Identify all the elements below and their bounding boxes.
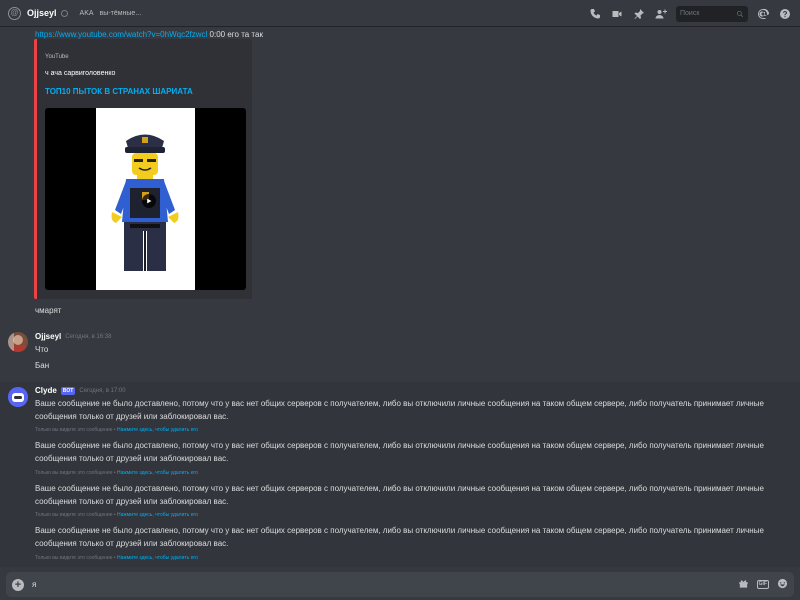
status-offline-icon [60, 9, 68, 17]
embed-author[interactable]: ч ача сарвиголовенко [45, 70, 115, 77]
link-tail-text: 0:00 его та так [209, 30, 263, 39]
ephemeral-note: Только вы видите это сообщение • Нажмите… [35, 427, 198, 433]
composer-buttons: GIF [738, 578, 788, 591]
voice-call-icon[interactable] [588, 7, 602, 21]
search-input[interactable] [680, 10, 734, 17]
ephemeral-note: Только вы видите это сообщение • Нажмите… [35, 512, 198, 518]
message-text: Бан [35, 361, 50, 370]
message-timestamp: Сегодня, в 16:38 [65, 333, 112, 340]
author-name[interactable]: Ojjseyl [35, 332, 61, 341]
embed-video-player[interactable] [45, 108, 246, 290]
message-timestamp: Сегодня, в 17:00 [79, 387, 126, 394]
bot-badge: BOT [60, 386, 76, 395]
header-toolbar [588, 0, 792, 27]
clyde-message-group: Clyde BOT Сегодня, в 17:00 Ваше сообщени… [0, 382, 800, 567]
ephemeral-note-text: Только вы видите это сообщение • [35, 512, 116, 518]
clyde-message-text: Ваше сообщение не было доставлено, потом… [35, 526, 764, 548]
message-text: чмарят [35, 306, 62, 315]
dismiss-message-link[interactable]: Нажмите здесь, чтобы удалить его [117, 555, 198, 561]
message-author-row: Ojjseyl Сегодня, в 16:38 [35, 332, 111, 341]
ephemeral-note-text: Только вы видите это сообщение • [35, 427, 116, 433]
youtube-embed: YouTube ч ача сарвиголовенко ТОП10 ПЫТОК… [34, 39, 252, 299]
emoji-icon[interactable] [777, 578, 788, 591]
ephemeral-note: Только вы видите это сообщение • Нажмите… [35, 470, 198, 476]
search-icon [737, 10, 744, 17]
add-friend-icon[interactable] [654, 7, 668, 21]
channel-header: @ Ojjseyl AKA вы-тёмные... [0, 0, 800, 27]
aka-nickname: вы-тёмные... [99, 9, 142, 17]
avatar[interactable] [8, 332, 28, 352]
ephemeral-note: Только вы видите это сообщение • Нажмите… [35, 555, 198, 561]
message-list[interactable]: https://www.youtube.com/watch?v=0hWqc2fz… [0, 27, 800, 572]
message-input[interactable] [32, 580, 738, 589]
aka-label: AKA [79, 9, 94, 17]
ephemeral-note-text: Только вы видите это сообщение • [35, 555, 116, 561]
message-author-row: Clyde BOT Сегодня, в 17:00 [35, 386, 126, 395]
dismiss-message-link[interactable]: Нажмите здесь, чтобы удалить его [117, 470, 198, 476]
gif-button[interactable]: GIF [756, 580, 769, 589]
author-name[interactable]: Clyde [35, 386, 57, 395]
help-icon[interactable] [778, 7, 792, 21]
mentions-icon[interactable] [756, 7, 770, 21]
clyde-avatar[interactable] [8, 387, 28, 407]
gift-icon[interactable] [738, 578, 749, 591]
play-button[interactable] [142, 194, 156, 208]
search-box [676, 5, 748, 22]
at-icon: @ [8, 6, 21, 20]
upload-plus-icon[interactable]: + [12, 578, 24, 591]
dm-recipient-name[interactable]: Ojjseyl [27, 8, 57, 18]
embed-provider: YouTube [45, 54, 69, 60]
pin-icon[interactable] [632, 7, 646, 21]
message-link-line: https://www.youtube.com/watch?v=0hWqc2fz… [35, 30, 263, 39]
ephemeral-note-text: Только вы видите это сообщение • [35, 470, 116, 476]
dismiss-message-link[interactable]: Нажмите здесь, чтобы удалить его [117, 427, 198, 433]
video-call-icon[interactable] [610, 7, 624, 21]
youtube-link[interactable]: https://www.youtube.com/watch?v=0hWqc2fz… [35, 30, 207, 39]
embed-title[interactable]: ТОП10 ПЫТОК В СТРАНАХ ШАРИАТА [45, 87, 193, 96]
dismiss-message-link[interactable]: Нажмите здесь, чтобы удалить его [117, 512, 198, 518]
clyde-message-text: Ваше сообщение не было доставлено, потом… [35, 441, 764, 463]
message-composer: + GIF [6, 572, 794, 597]
clyde-message-text: Ваше сообщение не было доставлено, потом… [35, 484, 764, 506]
message-text: Что [35, 345, 49, 354]
video-thumbnail [96, 108, 195, 290]
clyde-message-text: Ваше сообщение не было доставлено, потом… [35, 399, 764, 421]
